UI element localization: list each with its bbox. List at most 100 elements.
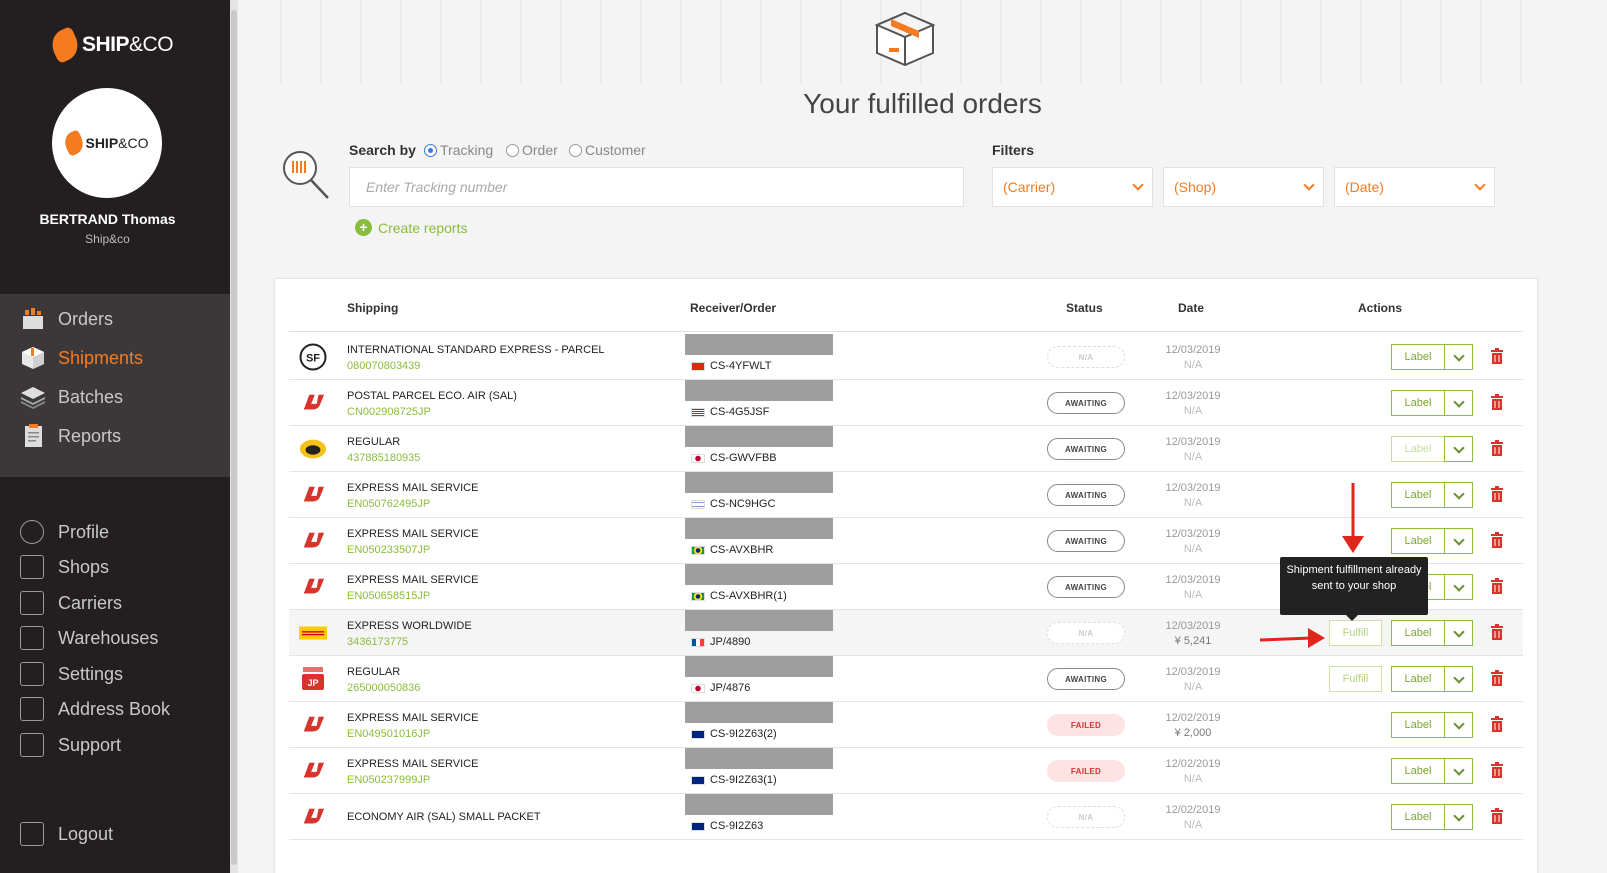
label-dropdown-toggle[interactable] xyxy=(1444,620,1473,646)
table-row[interactable]: SF INTERNATIONAL STANDARD EXPRESS - PARCE… xyxy=(289,334,1523,380)
nav-logout[interactable]: Logout xyxy=(20,822,113,846)
main-content: Your fulfilled orders Search by Tracking… xyxy=(238,0,1607,873)
label-dropdown-toggle[interactable] xyxy=(1444,390,1473,416)
label-dropdown-toggle[interactable] xyxy=(1444,758,1473,784)
service-name: EXPRESS MAIL SERVICE xyxy=(347,574,479,586)
tracking-number-link[interactable]: EN050762495JP xyxy=(347,498,430,510)
flag-nz-icon xyxy=(691,775,705,785)
status-badge: N/A xyxy=(1047,806,1125,828)
label-button[interactable]: Label xyxy=(1391,344,1445,370)
nav-warehouses[interactable]: Warehouses xyxy=(20,626,158,650)
radio-tracking[interactable]: Tracking xyxy=(424,142,493,158)
flag-fr-icon xyxy=(691,637,705,647)
trash-icon[interactable] xyxy=(1491,440,1503,456)
carrier-filter-select[interactable]: (Carrier) xyxy=(992,167,1153,207)
avatar-brand-text: SHIP&CO xyxy=(85,135,149,151)
nav-shops[interactable]: Shops xyxy=(20,555,109,579)
tracking-number-link[interactable]: 265000050836 xyxy=(347,682,420,694)
table-row[interactable]: JP REGULAR 265000050836 JP/4876 AWAITING 12/0… xyxy=(289,656,1523,702)
label-dropdown-toggle[interactable] xyxy=(1444,666,1473,692)
nav-carriers[interactable]: Carriers xyxy=(20,591,122,615)
tracking-number-link[interactable]: EN049501016JP xyxy=(347,728,430,740)
label-dropdown-toggle[interactable] xyxy=(1444,344,1473,370)
order-id: CS-9I2Z63(2) xyxy=(691,728,777,740)
label-button[interactable]: Label xyxy=(1391,390,1445,416)
order-id-text: CS-4YFWLT xyxy=(710,360,772,372)
nav-orders[interactable]: Orders xyxy=(20,306,113,332)
nav-support[interactable]: Support xyxy=(20,733,121,757)
jp-carrier-logo-icon xyxy=(299,482,327,508)
trash-icon[interactable] xyxy=(1491,670,1503,686)
tracking-number-link[interactable]: EN050658515JP xyxy=(347,590,430,602)
table-row[interactable]: EXPRESS MAIL SERVICE EN050762495JP CS-NC9H… xyxy=(289,472,1523,518)
date-filter-select[interactable]: (Date) xyxy=(1334,167,1495,207)
filters-label: Filters xyxy=(992,142,1035,158)
label-button[interactable]: Label xyxy=(1391,712,1445,738)
shipment-amount: N/A xyxy=(1183,497,1203,509)
radio-customer[interactable]: Customer xyxy=(569,142,646,158)
shipment-date: 12/03/2019 xyxy=(1165,436,1221,448)
shop-filter-select[interactable]: (Shop) xyxy=(1163,167,1324,207)
tracking-number-link[interactable]: 437885180935 xyxy=(347,452,420,464)
label-dropdown-toggle[interactable] xyxy=(1444,482,1473,508)
tracking-number-link[interactable]: EN050237999JP xyxy=(347,774,430,786)
label-button[interactable]: Label xyxy=(1391,666,1445,692)
trash-icon[interactable] xyxy=(1491,808,1503,824)
table-row[interactable]: EXPRESS MAIL SERVICE EN049501016JP CS-9I2Z… xyxy=(289,702,1523,748)
date-filter-value: (Date) xyxy=(1345,179,1384,195)
table-row[interactable]: REGULAR 437885180935 CS-GWVFBB AWAITING 12/0… xyxy=(289,426,1523,472)
trash-icon[interactable] xyxy=(1491,716,1503,732)
label-dropdown-toggle[interactable] xyxy=(1444,436,1473,462)
tracking-number-link[interactable]: 3436173775 xyxy=(347,636,408,648)
trash-icon[interactable] xyxy=(1491,486,1503,502)
trash-icon[interactable] xyxy=(1491,394,1503,410)
label-button[interactable]: Label xyxy=(1391,758,1445,784)
trash-icon[interactable] xyxy=(1491,624,1503,640)
label-dropdown-toggle[interactable] xyxy=(1444,804,1473,830)
trash-icon[interactable] xyxy=(1491,348,1503,364)
tracking-number-link[interactable]: EN050233507JP xyxy=(347,544,430,556)
magnifier-icon xyxy=(283,151,329,199)
fulfill-tooltip: Shipment fulfillment already sent to you… xyxy=(1280,557,1428,621)
brand-logo[interactable]: SHIP&CO xyxy=(46,25,174,65)
dhl-carrier-logo-icon xyxy=(299,620,327,646)
table-row[interactable]: POSTAL PARCEL ECO. AIR (SAL) CN002908725J… xyxy=(289,380,1523,426)
shipment-amount: N/A xyxy=(1183,773,1203,785)
tracking-search-input[interactable] xyxy=(349,167,964,207)
nav-settings[interactable]: Settings xyxy=(20,662,123,686)
label-dropdown-toggle[interactable] xyxy=(1444,712,1473,738)
nav-batches[interactable]: Batches xyxy=(20,384,123,410)
label-button[interactable]: Label xyxy=(1391,482,1445,508)
create-reports-link[interactable]: + Create reports xyxy=(355,219,467,236)
redacted-receiver xyxy=(685,656,833,677)
label-dropdown-toggle[interactable] xyxy=(1444,528,1473,554)
nav-address-book[interactable]: Address Book xyxy=(20,697,170,721)
trash-icon[interactable] xyxy=(1491,762,1503,778)
service-name: INTERNATIONAL STANDARD EXPRESS - PARCEL xyxy=(347,344,605,356)
nav-reports[interactable]: Reports xyxy=(20,423,121,449)
label-button[interactable]: Label xyxy=(1391,436,1445,462)
trash-icon[interactable] xyxy=(1491,578,1503,594)
fulfill-button[interactable]: Fulfill xyxy=(1329,666,1382,692)
redacted-receiver xyxy=(685,472,833,493)
tracking-number-link[interactable]: 080070803439 xyxy=(347,360,420,372)
radio-order[interactable]: Order xyxy=(506,142,558,158)
order-id: CS-4YFWLT xyxy=(691,360,772,372)
tracking-number-link[interactable]: CN002908725JP xyxy=(347,406,431,418)
label-dropdown-toggle[interactable] xyxy=(1444,574,1473,600)
avatar[interactable]: SHIP&CO xyxy=(52,88,162,198)
service-name: ECONOMY AIR (SAL) SMALL PACKET xyxy=(347,811,541,823)
table-row[interactable]: EXPRESS MAIL SERVICE EN050237999JP CS-9I2Z… xyxy=(289,748,1523,794)
label-button[interactable]: Label xyxy=(1391,528,1445,554)
nav-shipments[interactable]: Shipments xyxy=(20,345,143,371)
label-button[interactable]: Label xyxy=(1391,804,1445,830)
table-row[interactable]: ECONOMY AIR (SAL) SMALL PACKET CS-9I2Z63 N… xyxy=(289,794,1523,840)
nav-profile[interactable]: Profile xyxy=(20,520,109,544)
fulfill-button[interactable]: Fulfill xyxy=(1329,620,1382,646)
label-button[interactable]: Label xyxy=(1391,620,1445,646)
shipment-date: 12/03/2019 xyxy=(1165,574,1221,586)
sidebar-scrollbar-thumb[interactable] xyxy=(231,10,237,865)
trash-icon[interactable] xyxy=(1491,532,1503,548)
nav-logout-label: Logout xyxy=(58,823,114,844)
table-row[interactable]: EXPRESS WORLDWIDE 3436173775 JP/4890 N/A 12/… xyxy=(289,610,1523,656)
